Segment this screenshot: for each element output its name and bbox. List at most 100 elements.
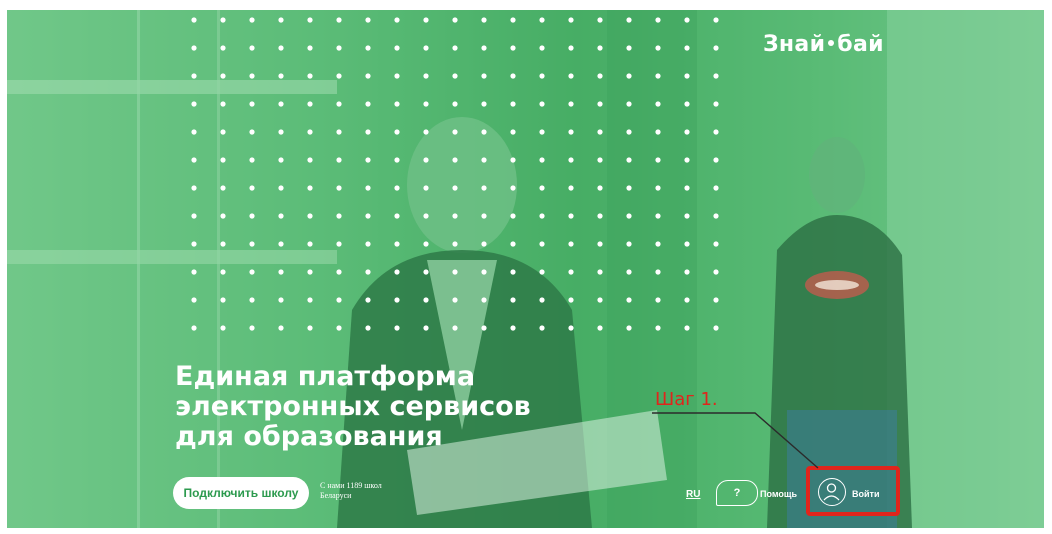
pattern-dot — [336, 325, 342, 331]
pattern-dot — [481, 17, 487, 23]
pattern-dot — [423, 241, 429, 247]
pattern-dot — [713, 325, 719, 331]
pattern-dot — [307, 129, 313, 135]
pattern-dot — [655, 185, 661, 191]
connect-school-button[interactable]: Подключить школу — [173, 477, 309, 509]
headline-line-1: Единая платформа — [175, 361, 476, 392]
pattern-dot — [423, 185, 429, 191]
pattern-dot — [713, 17, 719, 23]
pattern-dot — [713, 269, 719, 275]
pattern-dot — [568, 185, 574, 191]
pattern-dot — [597, 45, 603, 51]
pattern-dot — [220, 241, 226, 247]
pattern-dot — [191, 185, 197, 191]
pattern-dot — [452, 213, 458, 219]
pattern-dot — [191, 269, 197, 275]
pattern-dot — [191, 297, 197, 303]
pattern-dot — [249, 213, 255, 219]
pattern-dot — [452, 325, 458, 331]
pattern-dot — [597, 185, 603, 191]
pattern-dot — [278, 325, 284, 331]
pattern-dot — [510, 213, 516, 219]
pattern-dot — [423, 73, 429, 79]
pattern-dot — [481, 157, 487, 163]
pattern-dot — [597, 73, 603, 79]
pattern-dot — [568, 325, 574, 331]
pattern-dot — [336, 45, 342, 51]
pattern-dot — [539, 185, 545, 191]
pattern-dot — [452, 185, 458, 191]
pattern-dot — [626, 185, 632, 191]
pattern-dot — [655, 297, 661, 303]
pattern-dot — [423, 325, 429, 331]
pattern-dot — [713, 129, 719, 135]
pattern-dot — [336, 17, 342, 23]
pattern-dot — [655, 325, 661, 331]
pattern-dot — [278, 269, 284, 275]
pattern-dot — [423, 17, 429, 23]
pattern-dot — [394, 73, 400, 79]
pattern-dot — [394, 129, 400, 135]
pattern-dot — [249, 325, 255, 331]
pattern-dot — [539, 269, 545, 275]
pattern-dot — [249, 17, 255, 23]
pattern-dot — [249, 101, 255, 107]
pattern-dot — [539, 45, 545, 51]
pattern-dot — [191, 73, 197, 79]
pattern-dot — [684, 45, 690, 51]
pattern-dot — [481, 241, 487, 247]
question-bubble-icon[interactable]: ? — [716, 480, 758, 506]
pattern-dot — [365, 101, 371, 107]
pattern-dot — [568, 269, 574, 275]
pattern-dot — [307, 269, 313, 275]
pattern-dot — [568, 157, 574, 163]
pattern-dot — [191, 17, 197, 23]
pattern-dot — [336, 241, 342, 247]
help-link[interactable]: Помощь — [760, 489, 797, 499]
pattern-dot — [539, 17, 545, 23]
pattern-dot — [307, 213, 313, 219]
pattern-dot — [249, 157, 255, 163]
logo-text-right: бай — [837, 32, 884, 57]
pattern-dot — [684, 129, 690, 135]
pattern-dot — [481, 325, 487, 331]
pattern-dot — [278, 101, 284, 107]
pattern-dot — [481, 213, 487, 219]
pattern-dot — [191, 101, 197, 107]
pattern-dot — [423, 157, 429, 163]
pattern-dot — [220, 101, 226, 107]
pattern-dot — [307, 297, 313, 303]
pattern-dot — [307, 17, 313, 23]
hero-headline: Единая платформа электронных сервисов дл… — [175, 362, 531, 452]
pattern-dot — [220, 297, 226, 303]
pattern-dot — [597, 101, 603, 107]
pattern-dot — [278, 241, 284, 247]
language-switch[interactable]: RU — [686, 489, 700, 500]
pattern-dot — [539, 325, 545, 331]
pattern-dot — [655, 213, 661, 219]
pattern-dot — [568, 213, 574, 219]
pattern-dot — [626, 17, 632, 23]
pattern-dot — [452, 17, 458, 23]
pattern-dot — [684, 269, 690, 275]
pattern-dot — [365, 297, 371, 303]
pattern-dot — [655, 73, 661, 79]
login-link[interactable]: Войти — [852, 489, 879, 499]
pattern-dot — [423, 269, 429, 275]
pattern-dot — [394, 241, 400, 247]
pattern-dot — [278, 17, 284, 23]
pattern-dot — [481, 297, 487, 303]
logo-dot-icon — [828, 40, 835, 46]
pattern-dot — [597, 17, 603, 23]
user-circle-icon[interactable] — [818, 478, 846, 506]
site-logo[interactable]: Знай бай — [763, 32, 884, 57]
headline-line-3: для образования — [175, 421, 443, 452]
pattern-dot — [307, 45, 313, 51]
pattern-dot — [423, 213, 429, 219]
pattern-dot — [684, 325, 690, 331]
pattern-dot — [539, 157, 545, 163]
pattern-dot — [423, 129, 429, 135]
pattern-dot — [510, 129, 516, 135]
step-annotation-label: Шаг 1. — [655, 389, 718, 410]
pattern-dot — [394, 297, 400, 303]
